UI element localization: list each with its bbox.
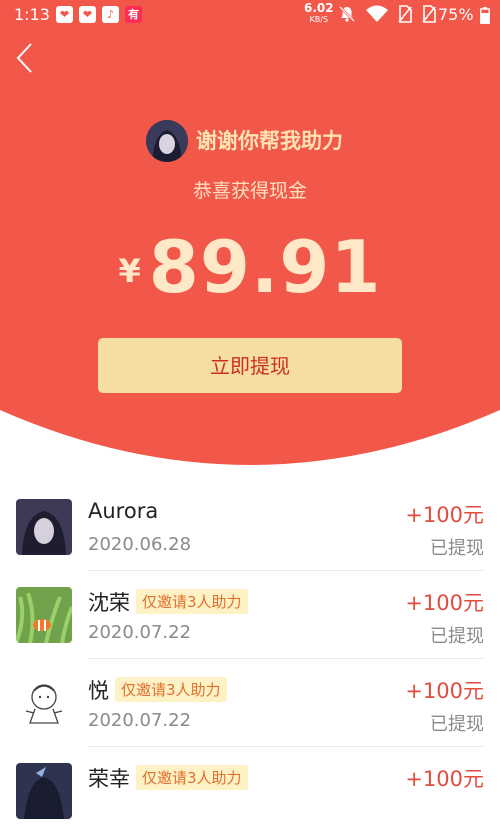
reward-amount: +100元	[405, 679, 484, 703]
battery-percent: 75%	[438, 5, 474, 24]
helper-name: 悦仅邀请3人助力	[88, 675, 227, 705]
list-item[interactable]: 荣幸 仅邀请3人助力 +100元	[0, 747, 500, 835]
avatar-image	[146, 120, 188, 162]
helper-name-text: 悦	[88, 679, 109, 703]
list-item[interactable]: 沈荣 仅邀请3人助力 2020.07.22 +100元 已提现	[0, 571, 500, 659]
helper-date: 2020.06.28	[88, 534, 192, 555]
withdraw-status: 已提现	[430, 626, 484, 647]
invite-badge: 仅邀请3人助力	[115, 677, 227, 702]
mute-bell-icon	[339, 6, 355, 22]
helper-name-text: 沈荣	[88, 591, 130, 615]
helper-name: 荣幸 仅邀请3人助力	[88, 763, 248, 793]
system-icons	[338, 5, 436, 23]
invite-badge: 仅邀请3人助力	[136, 765, 248, 790]
back-button[interactable]	[12, 40, 42, 76]
status-bar: 1:13 ❤ ❤ ♪ 有 6.02 KB/S 75%	[0, 0, 500, 30]
no-sim-icon	[422, 5, 436, 23]
withdraw-status: 已提现	[430, 714, 484, 735]
status-time: 1:13	[14, 5, 50, 24]
helper-name-text: 荣幸	[88, 767, 130, 791]
hero-subtitle: 恭喜获得现金	[192, 180, 307, 202]
network-speed-value: 6.02	[304, 1, 334, 15]
helper-name: Aurora	[88, 499, 158, 523]
list-item[interactable]: 悦仅邀请3人助力 2020.07.22 +100元 已提现	[0, 659, 500, 747]
app-heart-icon: ❤	[56, 6, 73, 23]
tiktok-icon: ♪	[102, 6, 119, 23]
avatar	[16, 587, 72, 643]
avatar	[16, 763, 72, 819]
avatar	[16, 675, 72, 731]
avatar-image	[16, 499, 72, 555]
amount-value: 89.91	[148, 225, 382, 309]
no-sim-icon	[398, 5, 412, 23]
helper-name-text: Aurora	[88, 499, 159, 523]
reward-amount: +100元	[405, 503, 484, 527]
hero-title: 谢谢你帮我助力	[196, 129, 343, 153]
network-speed: 6.02 KB/S	[304, 1, 334, 25]
app-heart-icon: ❤	[79, 6, 96, 23]
list-item[interactable]: Aurora 2020.06.28 +100元 已提现	[0, 483, 500, 571]
reward-amount: +100元	[405, 767, 484, 791]
battery-icon	[480, 7, 490, 24]
avatar	[146, 120, 188, 162]
avatar-image	[16, 587, 72, 643]
helper-date: 2020.07.22	[88, 622, 192, 643]
helper-name: 沈荣 仅邀请3人助力	[88, 587, 248, 617]
withdraw-status: 已提现	[430, 538, 484, 559]
reward-amount: +100元	[405, 591, 484, 615]
currency-symbol: ¥	[118, 252, 141, 290]
wifi-icon	[366, 5, 388, 22]
app-you-icon: 有	[125, 6, 142, 23]
chevron-left-icon	[16, 43, 32, 73]
withdraw-button[interactable]: 立即提现	[98, 338, 402, 393]
avatar-image	[16, 763, 72, 819]
invite-badge: 仅邀请3人助力	[136, 589, 248, 614]
network-speed-unit: KB/S	[309, 15, 329, 24]
notification-icons: ❤ ❤ ♪ 有	[56, 6, 142, 23]
avatar	[16, 499, 72, 555]
cash-amount: ¥89.91	[0, 225, 500, 309]
helper-list: Aurora 2020.06.28 +100元 已提现 沈荣 仅邀请3人助力 20…	[0, 483, 500, 835]
helper-date: 2020.07.22	[88, 710, 192, 731]
avatar-image	[16, 675, 72, 731]
